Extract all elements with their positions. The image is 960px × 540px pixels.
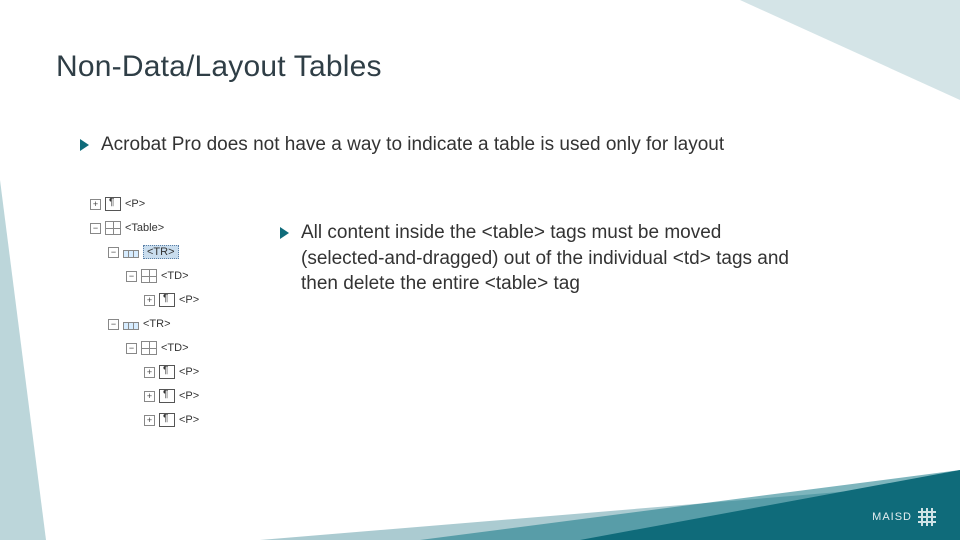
logo-text: MAISD <box>872 511 912 523</box>
paragraph-icon <box>159 293 175 307</box>
collapse-icon[interactable]: − <box>90 223 101 234</box>
tag-label: <TD> <box>161 342 189 354</box>
table-icon <box>105 221 121 235</box>
tag-label: <TD> <box>161 270 189 282</box>
bullet-arrow-icon <box>280 227 289 239</box>
expand-icon[interactable]: + <box>144 367 155 378</box>
paragraph-icon <box>159 365 175 379</box>
table-cell-icon <box>141 269 157 283</box>
tag-label-selected[interactable]: <TR> <box>143 245 179 259</box>
tag-label: <P> <box>179 414 199 426</box>
tag-label: <P> <box>179 294 199 306</box>
tag-row-p-nested: + <P> <box>90 288 230 312</box>
collapse-icon[interactable]: − <box>126 343 137 354</box>
collapse-icon[interactable]: − <box>108 247 119 258</box>
paragraph-icon <box>159 389 175 403</box>
logo-mark-icon <box>918 508 936 526</box>
tag-row-p-nested-4: + <P> <box>90 408 230 432</box>
paragraph-icon <box>159 413 175 427</box>
expand-icon[interactable]: + <box>144 295 155 306</box>
tag-label: <Table> <box>125 222 164 234</box>
decor-triangle-left <box>0 180 46 540</box>
expand-icon[interactable]: + <box>144 391 155 402</box>
decor-triangle-top <box>740 0 960 100</box>
tag-tree-panel: + <P> − <Table> − <TR> − <TD> + <P> − <T… <box>90 192 230 432</box>
tag-row-td: − <TD> <box>90 264 230 288</box>
bullet-primary: Acrobat Pro does not have a way to indic… <box>80 132 820 158</box>
table-row-icon <box>123 250 139 258</box>
tag-label: <P> <box>125 198 145 210</box>
expand-icon[interactable]: + <box>90 199 101 210</box>
tag-row-p: + <P> <box>90 192 230 216</box>
collapse-icon[interactable]: − <box>126 271 137 282</box>
bullet-arrow-icon <box>80 139 89 151</box>
tag-row-table: − <Table> <box>90 216 230 240</box>
expand-icon[interactable]: + <box>144 415 155 426</box>
tag-row-tr-2: − <TR> <box>90 312 230 336</box>
tag-row-tr: − <TR> <box>90 240 230 264</box>
bullet-primary-text: Acrobat Pro does not have a way to indic… <box>101 132 724 158</box>
bullet-secondary-text: All content inside the <table> tags must… <box>301 220 800 297</box>
footer-logo: MAISD <box>872 508 936 526</box>
bullet-secondary: All content inside the <table> tags must… <box>280 220 800 297</box>
tag-row-p-nested-3: + <P> <box>90 384 230 408</box>
tag-row-td-2: − <TD> <box>90 336 230 360</box>
slide-title: Non-Data/Layout Tables <box>56 50 382 84</box>
paragraph-icon <box>105 197 121 211</box>
tag-row-p-nested-2: + <P> <box>90 360 230 384</box>
slide: { "title": "Non-Data/Layout Tables", "bu… <box>0 0 960 540</box>
collapse-icon[interactable]: − <box>108 319 119 330</box>
table-row-icon <box>123 322 139 330</box>
tag-label: <P> <box>179 390 199 402</box>
tag-label: <TR> <box>143 318 171 330</box>
decor-triangle-bottom-1 <box>580 470 960 540</box>
tag-label: <P> <box>179 366 199 378</box>
table-cell-icon <box>141 341 157 355</box>
